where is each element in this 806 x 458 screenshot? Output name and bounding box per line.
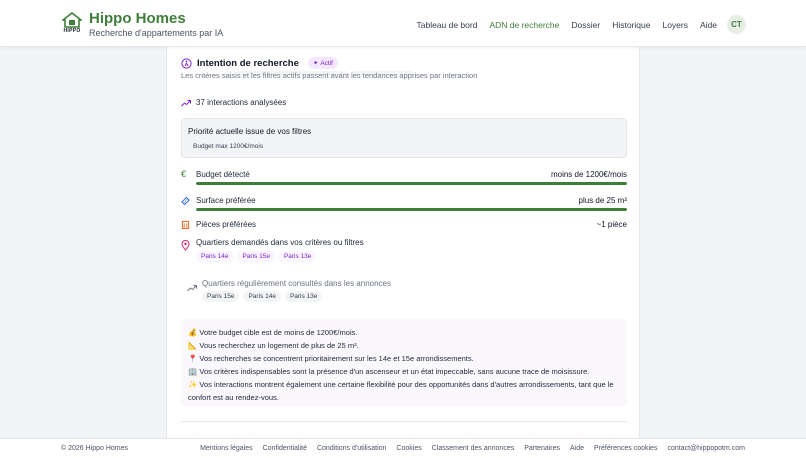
brand-subtitle: Recherche d'appartements par IA	[89, 28, 224, 38]
search-dna-card: Intention de recherche ✦ Actif Les critè…	[166, 40, 640, 458]
section-header: Intention de recherche ✦ Actif	[181, 57, 338, 69]
intent-icon	[181, 57, 192, 69]
brand-title[interactable]: Hippo Homes	[89, 10, 186, 27]
nav-adn-de-recherche[interactable]: ADN de recherche	[489, 20, 559, 30]
interactions-count: 37 interactions analysées	[181, 98, 286, 107]
sparkle-icon: ✦	[312, 60, 319, 67]
app-footer: © 2026 Hippo Homes Mentions légales Conf…	[0, 438, 806, 458]
metric-budget-label: Budget détecté	[196, 170, 250, 179]
hippo-logo[interactable]: HIPPO	[62, 12, 82, 34]
metric-budget-value: moins de 1200€/mois	[550, 170, 627, 179]
metric-pieces-label: Pièces préférées	[196, 220, 257, 229]
footer-link-confidentialite[interactable]: Confidentialité	[263, 445, 307, 452]
viewed-districts-chips: Paris 15e Paris 14e Paris 13e	[202, 291, 323, 302]
house-logo-icon	[62, 12, 82, 28]
district-chip[interactable]: Paris 13e	[278, 251, 317, 262]
budget-bar	[196, 182, 627, 185]
app-header: HIPPO Hippo Homes Recherche d'appartemen…	[0, 0, 806, 47]
district-chip[interactable]: Paris 13e	[284, 291, 323, 302]
trending-icon	[187, 285, 197, 292]
footer-link-classement[interactable]: Classement des annonces	[432, 445, 515, 452]
footer-link-conditions[interactable]: Conditions d'utilisation	[317, 445, 386, 452]
status-badge-label: Actif	[320, 59, 333, 67]
surface-bar-fill	[196, 208, 627, 211]
footer-link-contact[interactable]: contact@hippopotm.com	[667, 445, 745, 452]
requested-districts-label: Quartiers demandés dans vos critères ou …	[196, 238, 364, 247]
insights-box: 💰 Votre budget cible est de moins de 120…	[181, 319, 627, 407]
insight-surface: 📐 Vous recherchez un logement de plus de…	[188, 341, 359, 350]
nav-historique[interactable]: Historique	[612, 20, 650, 30]
status-badge: ✦ Actif	[307, 57, 338, 69]
insight-location: 📍 Vos recherches se concentrent priorita…	[188, 354, 474, 363]
footer-links: Mentions légales Confidentialité Conditi…	[200, 445, 745, 452]
priority-tag: Budget max 1200€/mois	[193, 143, 264, 150]
nav-aide[interactable]: Aide	[700, 20, 717, 30]
map-pin-icon	[181, 240, 190, 251]
insight-budget: 💰 Votre budget cible est de moins de 120…	[188, 328, 358, 337]
district-chip[interactable]: Paris 14e	[243, 291, 281, 302]
footer-link-aide[interactable]: Aide	[570, 445, 584, 452]
metric-pieces-value: ~1 pièce	[596, 220, 627, 229]
building-icon	[181, 220, 190, 230]
surface-bar	[196, 208, 627, 211]
euro-icon: €	[181, 169, 187, 179]
district-chip[interactable]: Paris 15e	[202, 291, 240, 302]
insight-flexibility: ✨ Vos interactions montrent également un…	[188, 380, 614, 402]
district-chip[interactable]: Paris 14e	[196, 251, 234, 262]
priority-box: Priorité actuelle issue de vos filtres B…	[181, 118, 627, 158]
metric-surface-value: plus de 25 m²	[578, 196, 627, 205]
district-chip[interactable]: Paris 15e	[237, 251, 275, 262]
footer-link-partenaires[interactable]: Partenaires	[524, 445, 560, 452]
nav-tableau-de-bord[interactable]: Tableau de bord	[416, 20, 477, 30]
viewed-districts-label: Quartiers régulièrement consultés dans l…	[202, 279, 391, 288]
trending-up-icon	[181, 99, 191, 106]
insight-requirements: 🏢 Vos critères indispensables sont la pr…	[188, 367, 590, 376]
priority-title: Priorité actuelle issue de vos filtres	[188, 127, 312, 136]
section-subtitle: Les critères saisis et les filtres actif…	[181, 71, 478, 80]
budget-bar-fill	[196, 182, 627, 185]
section-title: Intention de recherche	[197, 57, 299, 69]
section-divider	[181, 421, 627, 422]
logo-wordmark: HIPPO	[63, 28, 81, 34]
footer-link-mentions-legales[interactable]: Mentions légales	[200, 445, 253, 452]
ruler-icon	[181, 196, 190, 206]
footer-link-cookies[interactable]: Cookies	[396, 445, 421, 452]
nav-loyers[interactable]: Loyers	[662, 20, 688, 30]
main-nav: Tableau de bord ADN de recherche Dossier…	[416, 15, 746, 34]
interactions-label: 37 interactions analysées	[196, 98, 287, 107]
copyright: © 2026 Hippo Homes	[61, 445, 129, 452]
requested-districts-chips: Paris 14e Paris 15e Paris 13e	[196, 251, 317, 262]
footer-link-preferences-cookies[interactable]: Préférences cookies	[594, 445, 657, 452]
metric-surface-label: Surface préférée	[196, 196, 256, 205]
user-avatar[interactable]: CT	[727, 15, 746, 34]
nav-dossier[interactable]: Dossier	[571, 20, 600, 30]
